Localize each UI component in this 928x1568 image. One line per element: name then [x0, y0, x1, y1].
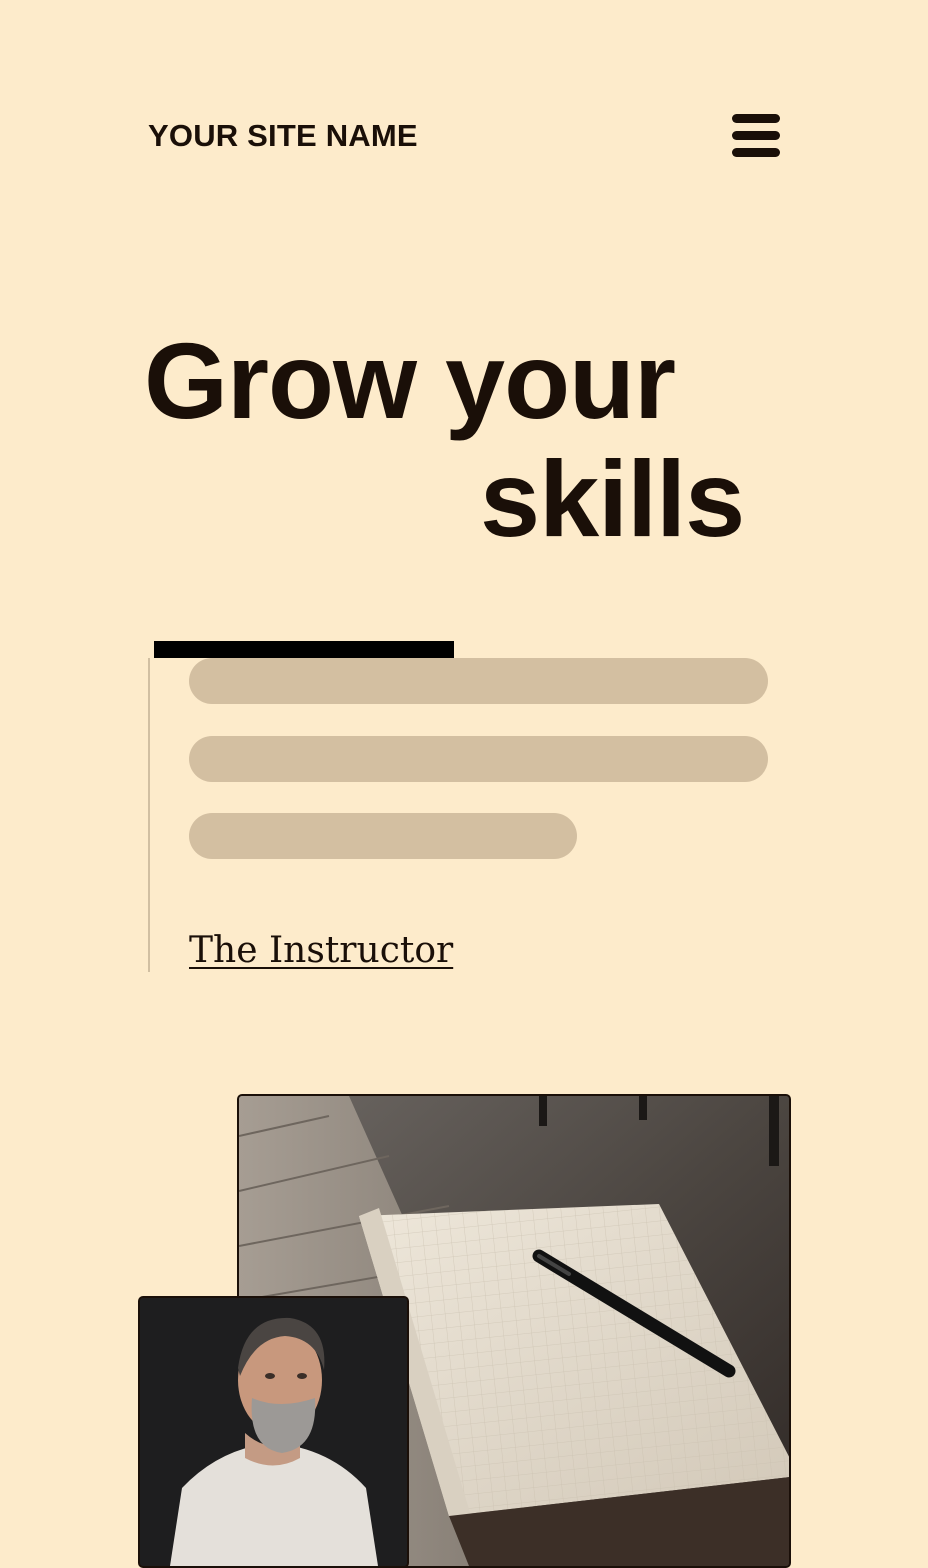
testimonial-quote: The Instructor — [148, 658, 790, 972]
text-placeholder-line — [189, 813, 577, 859]
hamburger-menu-icon[interactable] — [732, 114, 780, 158]
headline-word-skills: skills — [480, 438, 745, 559]
menu-bar — [732, 148, 780, 157]
headline-line-2: skills — [144, 438, 844, 658]
menu-bar — [732, 114, 780, 123]
author-link[interactable]: The Instructor — [189, 930, 453, 971]
headline-blank-rule — [154, 641, 454, 658]
site-name[interactable]: YOUR SITE NAME — [148, 118, 418, 154]
site-header: YOUR SITE NAME — [148, 110, 782, 162]
text-placeholder-line — [189, 658, 768, 704]
menu-bar — [732, 131, 780, 140]
headline-line-1: Grow your — [144, 320, 676, 441]
text-placeholder-line — [189, 736, 768, 782]
bearded-man-portrait-photo — [138, 1296, 409, 1568]
hero-headline: Grow your skills — [144, 320, 844, 658]
